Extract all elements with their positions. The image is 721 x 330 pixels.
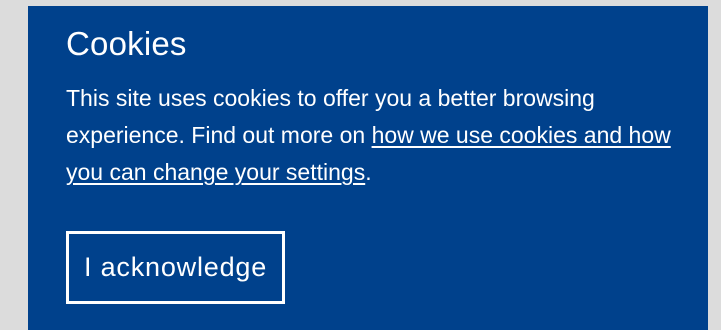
cookie-description-end: . — [365, 159, 372, 185]
cookie-title: Cookies — [66, 25, 187, 62]
acknowledge-button[interactable]: I acknowledge — [66, 231, 286, 304]
cookie-description: This site uses cookies to offer you a be… — [66, 80, 686, 191]
cookie-banner: Cookies This site uses cookies to offer … — [28, 6, 708, 330]
